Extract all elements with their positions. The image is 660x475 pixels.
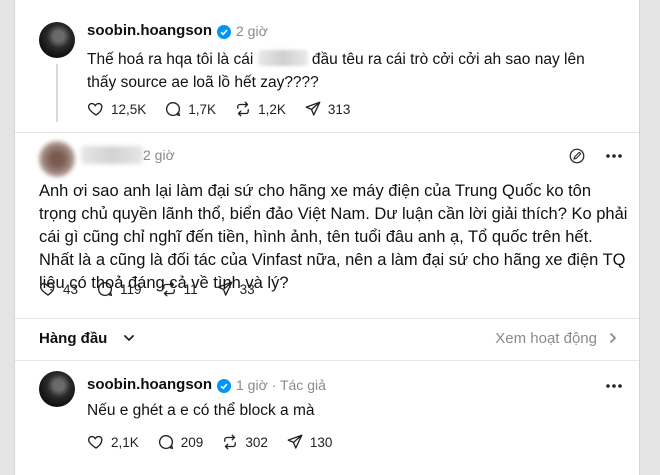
reply-text: Nếu e ghét a e có thể block a mà bbox=[87, 402, 315, 419]
sort-dropdown[interactable]: Hàng đầu bbox=[39, 330, 107, 347]
comment-actions: 43 119 11 33 bbox=[39, 280, 273, 298]
view-activity-link[interactable]: Xem hoạt động bbox=[495, 330, 597, 347]
reply-actions: 2,1K 209 302 130 bbox=[87, 433, 350, 451]
post-text-start: Thế hoá ra hqa tôi là cái bbox=[87, 51, 258, 68]
share-button[interactable]: 313 bbox=[304, 100, 351, 118]
share-count: 130 bbox=[309, 434, 333, 450]
avatar[interactable] bbox=[39, 371, 75, 407]
sort-bar: Hàng đầu Xem hoạt động bbox=[15, 318, 639, 358]
reply-time: 1 giờ bbox=[236, 377, 268, 393]
share-count: 33 bbox=[239, 281, 255, 297]
comment-count: 119 bbox=[120, 281, 142, 297]
repost-count: 11 bbox=[183, 281, 198, 297]
post-timestamp: 2 giờ bbox=[236, 23, 268, 39]
repost-button[interactable]: 11 bbox=[160, 280, 198, 298]
repost-count: 302 bbox=[245, 434, 268, 450]
thread-card: soobin.hoangson 2 giờ Thế hoá ra hqa tôi… bbox=[14, 0, 640, 475]
post-text: Thế hoá ra hqa tôi là cái đầu têu ra cái… bbox=[87, 48, 617, 94]
like-count: 43 bbox=[63, 281, 79, 297]
repost-button[interactable]: 1,2K bbox=[234, 100, 286, 118]
heart-icon bbox=[87, 102, 103, 116]
repost-count: 1,2K bbox=[258, 101, 286, 117]
redacted-username bbox=[81, 146, 143, 164]
comment-button[interactable]: 119 bbox=[96, 280, 142, 298]
edit-circle-icon[interactable] bbox=[568, 147, 586, 165]
chevron-right-icon[interactable] bbox=[607, 332, 619, 344]
chevron-down-icon[interactable] bbox=[123, 332, 135, 344]
heart-icon bbox=[39, 282, 55, 296]
share-count: 313 bbox=[327, 101, 351, 117]
comment-icon bbox=[97, 281, 113, 297]
share-button[interactable]: 130 bbox=[286, 433, 333, 451]
comment-button[interactable]: 1,7K bbox=[164, 100, 216, 118]
author-tag: Tác giả bbox=[279, 377, 326, 393]
post-author-handle[interactable]: soobin.hoangson bbox=[87, 22, 212, 39]
more-options-icon[interactable] bbox=[605, 383, 623, 389]
more-options-icon[interactable] bbox=[605, 153, 623, 159]
meta-separator: · bbox=[271, 377, 277, 393]
avatar[interactable] bbox=[39, 22, 75, 58]
comment-text: Anh ơi sao anh lại làm đại sứ cho hãng x… bbox=[39, 182, 628, 292]
comment-count: 209 bbox=[180, 434, 204, 450]
send-icon bbox=[287, 434, 303, 449]
repost-icon bbox=[224, 434, 237, 450]
repost-icon bbox=[162, 281, 175, 297]
like-count: 12,5K bbox=[111, 101, 147, 117]
comment-count: 1,7K bbox=[188, 101, 217, 117]
author-reply: soobin.hoangson 1 giờ · Tác giả Nếu e gh… bbox=[15, 361, 639, 475]
verified-badge-icon bbox=[217, 25, 231, 39]
comment-icon bbox=[158, 434, 173, 450]
verified-badge-icon bbox=[217, 379, 231, 393]
comment-post: 2 giờ Anh ơi sao anh lại làm đại sứ cho … bbox=[15, 133, 639, 318]
avatar[interactable] bbox=[39, 141, 75, 177]
like-button[interactable]: 2,1K bbox=[87, 433, 139, 451]
comment-icon bbox=[166, 101, 181, 117]
comment-timestamp: 2 giờ bbox=[143, 147, 175, 163]
like-button[interactable]: 43 bbox=[39, 280, 78, 298]
thread-line bbox=[56, 64, 58, 122]
reply-author-handle[interactable]: soobin.hoangson bbox=[87, 376, 212, 393]
share-button[interactable]: 33 bbox=[216, 280, 255, 298]
reply-timestamp: 1 giờ · Tác giả bbox=[236, 377, 326, 393]
post-actions: 12,5K 1,7K 1,2K 313 bbox=[87, 100, 368, 118]
repost-button[interactable]: 302 bbox=[221, 433, 268, 451]
like-count: 2,1K bbox=[111, 434, 139, 450]
heart-icon bbox=[87, 435, 103, 449]
send-icon bbox=[217, 281, 233, 296]
original-post: soobin.hoangson 2 giờ Thế hoá ra hqa tôi… bbox=[15, 0, 639, 132]
send-icon bbox=[305, 101, 321, 116]
redacted-word bbox=[257, 50, 308, 66]
repost-icon bbox=[237, 101, 249, 117]
like-button[interactable]: 12,5K bbox=[87, 100, 146, 118]
comment-button[interactable]: 209 bbox=[157, 433, 204, 451]
